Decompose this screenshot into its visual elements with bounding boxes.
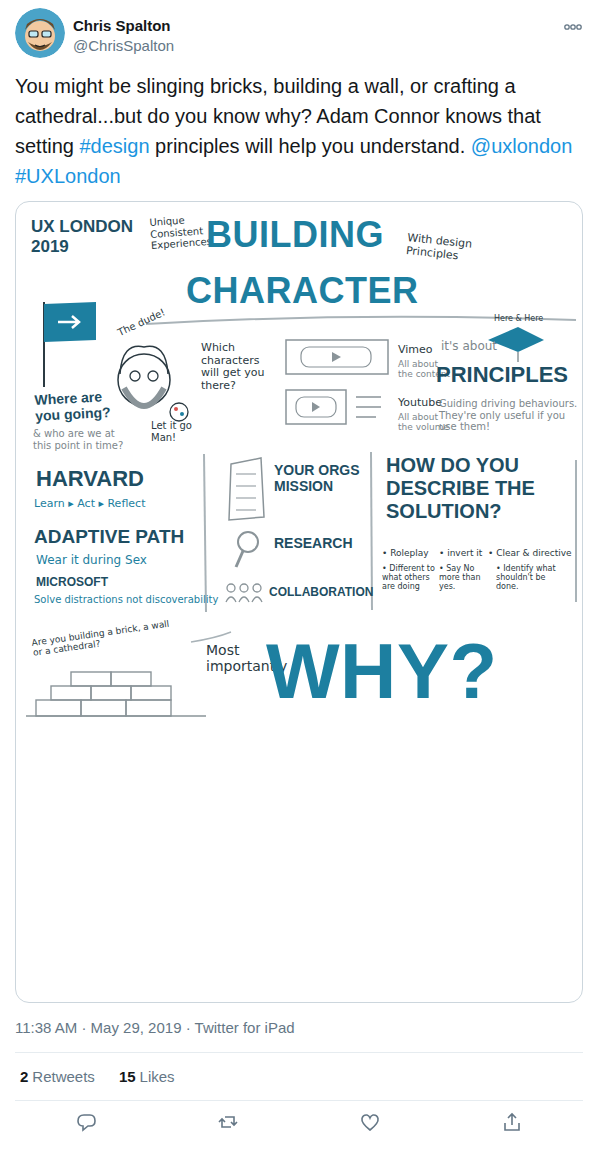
stat-item[interactable]: 15Likes: [119, 1067, 175, 1087]
stat-label[interactable]: Retweets: [32, 1067, 95, 1087]
sketch-text: • Clear & directive: [488, 548, 572, 558]
stat-count[interactable]: 2: [20, 1067, 28, 1087]
sketch-text: COLLABORATION: [269, 586, 373, 600]
sketch-text: With design Principles: [405, 232, 477, 264]
sketch-text: Let it go Man!: [151, 420, 196, 443]
author-handle[interactable]: @ChrisSpalton: [73, 36, 563, 56]
sketch-text: Youtube: [398, 397, 442, 410]
sketch-text: BUILDING: [206, 214, 384, 255]
sketchnote-image[interactable]: UX LONDON 2019Unique Consistent Experien…: [15, 201, 583, 1003]
sketch-text: Here & Here: [494, 314, 543, 323]
sketch-text: RESEARCH: [274, 535, 353, 551]
sketch-text: Most importantly: [206, 642, 268, 674]
sketch-text: • Different to what others are doing: [382, 564, 436, 592]
sketch-text: YOUR ORGS MISSION: [274, 462, 369, 494]
author-block: Chris Spalton@ChrisSpalton: [73, 16, 563, 56]
share-icon[interactable]: [501, 1109, 523, 1131]
tweet-link[interactable]: #design: [79, 135, 149, 157]
stat-label[interactable]: Likes: [140, 1067, 175, 1087]
sketch-text: Where are you going?: [34, 387, 126, 424]
sketch-text: Guiding driving behaviours. They're only…: [439, 398, 579, 433]
sketch-text: it's about: [441, 340, 497, 354]
tweet-header: Chris Spalton@ChrisSpalton: [15, 8, 583, 58]
sketch-text: CHARACTER: [186, 270, 419, 311]
stat-item[interactable]: 2Retweets: [20, 1067, 95, 1087]
tweet-text-part: principles will help you understand.: [150, 135, 471, 157]
sketch-text: ADAPTIVE PATH: [34, 526, 184, 548]
retweet-icon[interactable]: [217, 1109, 239, 1131]
like-icon[interactable]: [359, 1109, 381, 1131]
sketch-text: UX LONDON 2019: [31, 217, 141, 256]
sketch-text: Learn ▸ Act ▸ Reflect: [34, 498, 145, 511]
tweet: Chris Spalton@ChrisSpalton You might be s…: [0, 0, 598, 1139]
sketch-text: WHY?: [266, 627, 498, 717]
sketch-text: • Identify what shouldn't be done.: [496, 564, 556, 592]
sketch-text: HOW DO YOU DESCRIBE THE SOLUTION?: [386, 454, 574, 523]
sketch-text: Solve distractions not discoverability: [34, 594, 218, 606]
sketch-text: MICROSOFT: [36, 576, 108, 590]
tweet-link[interactable]: #UXLondon: [15, 165, 121, 187]
tweet-actions: [15, 1101, 583, 1139]
tweet-link[interactable]: @uxlondon: [471, 135, 572, 157]
tweet-text: You might be slinging bricks, building a…: [15, 71, 583, 191]
stat-count[interactable]: 15: [119, 1067, 136, 1087]
reply-icon[interactable]: [75, 1109, 97, 1131]
sketch-text: PRINCIPLES: [436, 362, 568, 387]
avatar-icon[interactable]: [15, 8, 65, 58]
sketch-text: Vimeo: [398, 344, 433, 357]
sketch-text: HARVARD: [36, 466, 144, 491]
sketch-text: • invert it: [439, 548, 482, 558]
more-icon[interactable]: [563, 14, 583, 34]
tweet-stats: 2Retweets 15Likes: [15, 1053, 583, 1101]
sketch-text: Wear it during Sex: [36, 554, 147, 568]
tweet-text-part: [572, 135, 578, 157]
sketch-text: • Roleplay: [382, 548, 429, 558]
tweet-timestamp[interactable]: 11:38 AM · May 29, 2019 · Twitter for iP…: [15, 1018, 583, 1053]
sketch-text: Unique Consistent Experiences: [149, 213, 213, 252]
sketch-text: & who are we at this point in time?: [33, 428, 133, 451]
sketch-text: Are you building a brick, a wall or a ca…: [31, 617, 182, 658]
sketch-text: • Say No more than yes.: [439, 564, 489, 592]
author-name[interactable]: Chris Spalton: [73, 16, 563, 36]
sketch-text: Which characters will get you there?: [201, 342, 273, 393]
